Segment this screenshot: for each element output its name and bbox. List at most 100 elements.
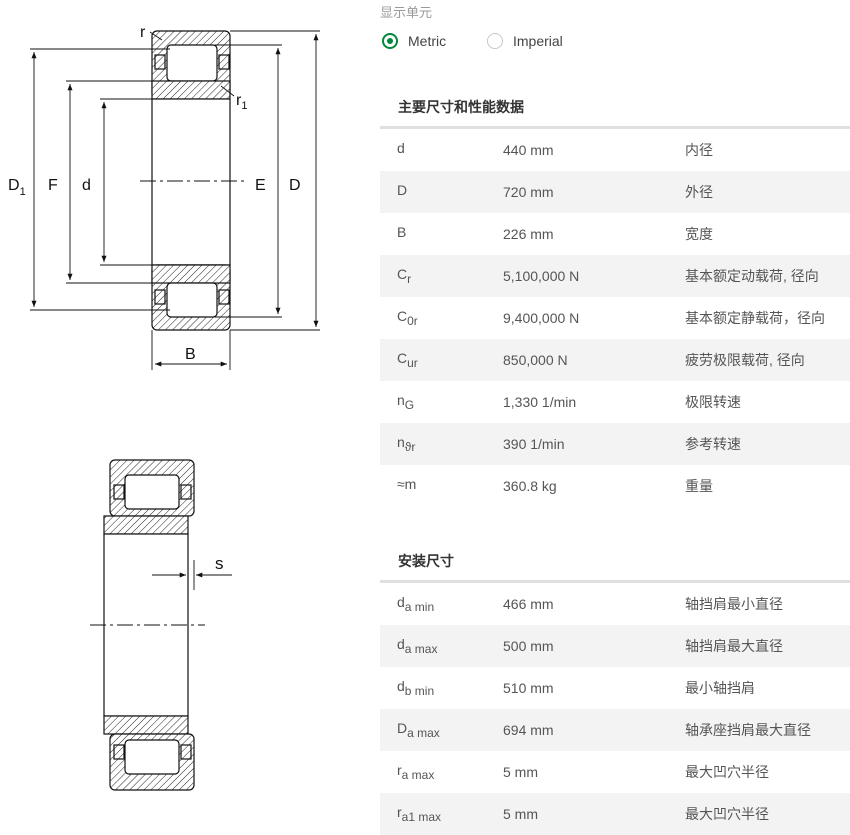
table-row: da min 466 mm 轴挡肩最小直径 xyxy=(380,583,850,625)
value-cell: 694 mm xyxy=(503,722,554,738)
value-cell: 390 1/min xyxy=(503,436,565,452)
description-cell: 最大凹穴半径 xyxy=(685,806,769,822)
description-cell: 最大凹穴半径 xyxy=(685,764,769,780)
bearing-drawings: r r1 D1 F d E D B s xyxy=(0,0,375,832)
symbol-subscript: G xyxy=(404,398,415,412)
table-row: d 440 mm 内径 xyxy=(380,129,850,171)
table-row: ra max 5 mm 最大凹穴半径 xyxy=(380,751,850,793)
description-cell: 基本额定动载荷, 径向 xyxy=(685,268,819,284)
main-dimensions-table: d 440 mm 内径 D 720 mm 外径 B 226 mm 宽度 Cr 5,100,000 N… xyxy=(380,129,850,507)
symbol-subscript: a1 max xyxy=(401,810,442,824)
symbol-cell: da min xyxy=(380,594,503,614)
description-cell: 参考转速 xyxy=(685,436,741,452)
value-cell: 1,330 1/min xyxy=(503,394,577,410)
bearing-cross-section-drawing: r r1 D1 F d E D B s xyxy=(8,24,320,791)
unit-option-metric[interactable]: Metric xyxy=(382,31,446,51)
symbol-subscript: r xyxy=(407,272,412,286)
symbol: B xyxy=(397,224,407,240)
symbol-subscript: 0r xyxy=(407,314,418,328)
main-dimensions-title: 主要尺寸和性能数据 xyxy=(398,99,524,115)
unit-option-imperial[interactable]: Imperial xyxy=(487,31,563,51)
symbol-cell: C0r xyxy=(380,308,503,328)
symbol-cell: nϑr xyxy=(380,434,503,454)
label-d: d xyxy=(82,177,91,194)
imperial-label: Imperial xyxy=(513,33,563,49)
symbol: C xyxy=(397,308,408,324)
label-E: E xyxy=(255,177,266,194)
description-cell: 外径 xyxy=(685,184,713,200)
symbol-cell: B xyxy=(380,224,503,244)
value-cell: 360.8 kg xyxy=(503,478,557,494)
symbol: n xyxy=(397,434,405,450)
value-cell: 5 mm xyxy=(503,764,538,780)
symbol-cell: da max xyxy=(380,636,503,656)
table-row: D 720 mm 外径 xyxy=(380,171,850,213)
symbol-cell: ra1 max xyxy=(380,804,503,824)
table-row: Da max 694 mm 轴承座挡肩最大直径 xyxy=(380,709,850,751)
table-row: db min 510 mm 最小轴挡肩 xyxy=(380,667,850,709)
value-cell: 850,000 N xyxy=(503,352,568,368)
value-cell: 226 mm xyxy=(503,226,554,242)
description-cell: 轴承座挡肩最大直径 xyxy=(685,722,811,738)
label-r1: r1 xyxy=(236,92,247,112)
symbol: d xyxy=(397,678,405,694)
table-row: nG 1,330 1/min 极限转速 xyxy=(380,381,850,423)
symbol-subscript: a max xyxy=(401,768,435,782)
radio-imperial[interactable] xyxy=(487,33,503,49)
table-row: B 226 mm 宽度 xyxy=(380,213,850,255)
label-s: s xyxy=(215,554,224,573)
symbol-cell: ra max xyxy=(380,762,503,782)
symbol: n xyxy=(397,392,405,408)
unit-caption: 显示单元 xyxy=(380,5,433,20)
table-row: da max 500 mm 轴挡肩最大直径 xyxy=(380,625,850,667)
symbol: d xyxy=(397,140,405,156)
label-D1: D1 xyxy=(8,177,26,198)
value-cell: 466 mm xyxy=(503,596,554,612)
description-cell: 轴挡肩最小直径 xyxy=(685,596,783,612)
symbol-cell: d xyxy=(380,140,503,160)
value-cell: 720 mm xyxy=(503,184,554,200)
table-row: C0r 9,400,000 N 基本额定静载荷，径向 xyxy=(380,297,850,339)
symbol-cell: nG xyxy=(380,392,503,412)
description-cell: 疲劳极限载荷, 径向 xyxy=(685,352,805,368)
radio-metric[interactable] xyxy=(382,33,398,49)
value-cell: 510 mm xyxy=(503,680,554,696)
symbol: C xyxy=(397,266,408,282)
table-row: ≈m 360.8 kg 重量 xyxy=(380,465,850,507)
table-row: Cur 850,000 N 疲劳极限载荷, 径向 xyxy=(380,339,850,381)
symbol-subscript: a max xyxy=(404,642,438,656)
description-cell: 轴挡肩最大直径 xyxy=(685,638,783,654)
symbol-subscript: b min xyxy=(404,684,435,698)
bearing-section-bottom xyxy=(90,459,205,791)
symbol-cell: Cr xyxy=(380,266,503,286)
symbol-cell: ≈m xyxy=(380,476,503,496)
symbol-cell: db min xyxy=(380,678,503,698)
label-D: D xyxy=(289,177,301,194)
label-r: r xyxy=(140,24,146,41)
table-row: ra1 max 5 mm 最大凹穴半径 xyxy=(380,793,850,835)
description-cell: 基本额定静载荷，径向 xyxy=(685,310,825,326)
mounting-dimensions-table: da min 466 mm 轴挡肩最小直径 da max 500 mm 轴挡肩最大直径 db… xyxy=(380,583,850,835)
value-cell: 440 mm xyxy=(503,142,554,158)
description-cell: 内径 xyxy=(685,142,713,158)
description-cell: 重量 xyxy=(685,478,713,494)
symbol-subscript: ur xyxy=(407,356,418,370)
value-cell: 5,100,000 N xyxy=(503,268,580,284)
label-F: F xyxy=(48,177,58,194)
symbol: C xyxy=(397,350,408,366)
description-cell: 最小轴挡肩 xyxy=(685,680,755,696)
symbol-cell: Da max xyxy=(380,720,503,740)
value-cell: 5 mm xyxy=(503,806,538,822)
description-cell: 极限转速 xyxy=(685,394,741,410)
symbol-subscript: ϑr xyxy=(404,440,416,454)
symbol-subscript: a max xyxy=(407,726,440,740)
symbol: D xyxy=(397,182,408,198)
symbol: ≈m xyxy=(397,476,417,492)
mounting-dimensions-title: 安装尺寸 xyxy=(398,553,454,569)
symbol-cell: D xyxy=(380,182,503,202)
metric-label: Metric xyxy=(408,33,447,49)
table-row: nϑr 390 1/min 参考转速 xyxy=(380,423,850,465)
symbol-subscript: a min xyxy=(404,600,435,614)
symbol-cell: Cur xyxy=(380,350,503,370)
value-cell: 500 mm xyxy=(503,638,554,654)
